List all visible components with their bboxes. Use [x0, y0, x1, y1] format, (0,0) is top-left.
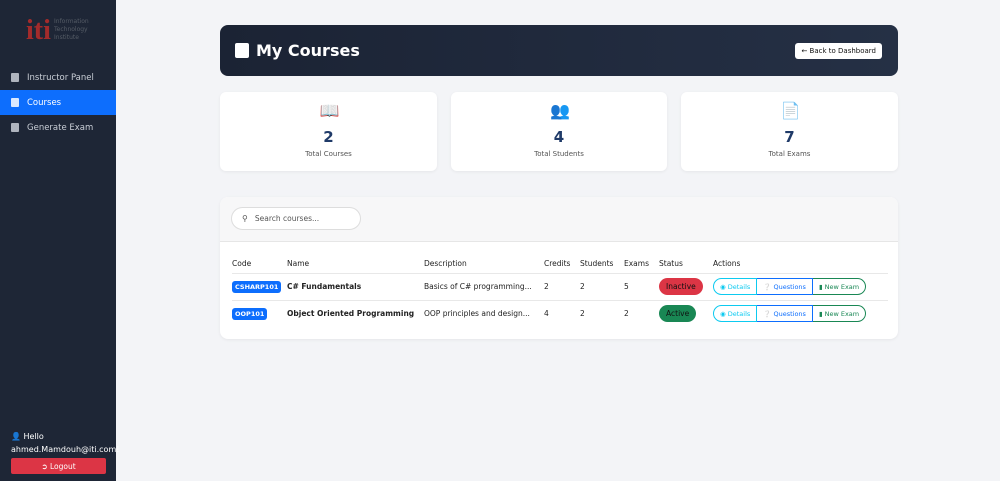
table-row: CSHARP101 C# Fundamentals Basics of C# p…: [232, 272, 888, 300]
label: Courses: [27, 97, 62, 108]
course-code-badge: CSHARP101: [232, 281, 282, 293]
page-title: My Courses: [256, 41, 360, 60]
stat-value: 2: [323, 128, 334, 146]
table-row: OOP101 Object Oriented Programming OOP p…: [232, 299, 888, 327]
stat-card-courses: 📖 2 Total Courses: [220, 92, 437, 171]
course-name: Object Oriented Programming: [287, 299, 424, 327]
courses-table: Code Name Description Credits Students E…: [232, 255, 888, 327]
questions-button[interactable]: ❔ Questions: [757, 305, 813, 323]
file-icon: 📄: [780, 101, 801, 120]
credits: 2: [544, 272, 580, 300]
courses-table-card: ⚲ Search courses... Code Name Description…: [220, 197, 898, 339]
status-badge: Inactive: [659, 278, 703, 295]
new-exam-button[interactable]: ▮ New Exam: [812, 305, 867, 323]
details-button[interactable]: ◉ Details: [713, 278, 758, 295]
label: Questions: [773, 282, 806, 291]
stat-card-students: 👥 4 Total Students: [451, 92, 667, 171]
students: 2: [580, 272, 624, 300]
exams: 2: [624, 299, 659, 327]
stat-value: 7: [784, 128, 795, 146]
eye-icon: ◉: [720, 282, 728, 291]
greeting: Hello: [23, 432, 44, 441]
students: 2: [580, 299, 624, 327]
teacher-icon: [11, 123, 19, 132]
question-icon: ❔: [763, 309, 774, 318]
question-icon: ❔: [763, 282, 774, 291]
label: Back to Dashboard: [809, 47, 876, 55]
label: New Exam: [824, 309, 860, 318]
label: Details: [727, 309, 751, 318]
details-button[interactable]: ◉ Details: [713, 305, 758, 323]
col-header: Credits: [544, 259, 571, 269]
col-header: Code: [232, 259, 252, 269]
stat-label: Total Courses: [305, 150, 352, 158]
course-description: OOP principles and design...: [424, 299, 544, 327]
eye-icon: ◉: [720, 309, 728, 318]
label: Logout: [49, 461, 76, 471]
sidebar-item-instructor-panel[interactable]: Instructor Panel: [0, 65, 116, 90]
col-header: Exams: [624, 259, 649, 269]
stat-label: Total Exams: [768, 150, 811, 158]
user-email: ahmed.Mamdouh@iti.com!: [11, 445, 120, 454]
col-header: Actions: [713, 259, 741, 269]
iti-logo: iti Information Technology Institute: [26, 15, 89, 46]
sidebar: iti Information Technology Institute Inst…: [0, 0, 119, 481]
course-name: C# Fundamentals: [287, 272, 424, 300]
credits: 4: [544, 299, 580, 327]
book-icon: [235, 43, 249, 58]
logout-icon: ➲: [41, 461, 50, 471]
stat-value: 4: [553, 128, 565, 146]
search-icon: ⚲: [242, 214, 248, 223]
logout-button[interactable]: ➲ Logout: [11, 458, 106, 474]
exams: 5: [624, 272, 659, 300]
users-icon: 👥: [550, 101, 570, 120]
sidebar-item-generate-exam[interactable]: Generate Exam: [0, 115, 116, 140]
col-header: Name: [287, 259, 310, 269]
label: Details: [727, 282, 751, 291]
col-header: Description: [424, 259, 467, 269]
course-code-badge: OOP101: [232, 308, 268, 321]
sidebar-item-courses[interactable]: Courses: [0, 90, 116, 115]
label: Questions: [773, 309, 806, 318]
user-info: 👤 Hello ahmed.Mamdouh@iti.com!: [11, 430, 119, 456]
placeholder: Search courses...: [254, 214, 320, 223]
book-icon: [11, 98, 19, 107]
book-icon: [11, 73, 19, 82]
label: New Exam: [824, 282, 860, 291]
status-badge: Active: [659, 305, 697, 323]
label: Instructor Panel: [27, 72, 94, 83]
user-icon: 👤: [11, 432, 21, 441]
label: Generate Exam: [27, 122, 94, 133]
stat-card-exams: 📄 7 Total Exams: [681, 92, 898, 171]
book-open-icon: 📖: [319, 101, 340, 120]
stat-label: Total Students: [534, 150, 584, 158]
back-to-dashboard-button[interactable]: ← Back to Dashboard: [795, 43, 882, 59]
course-description: Basics of C# programming...: [424, 272, 544, 300]
questions-button[interactable]: ❔ Questions: [757, 278, 813, 295]
page-header: My Courses ← Back to Dashboard: [220, 25, 898, 76]
col-header: Students: [580, 259, 614, 269]
col-header: Status: [659, 259, 683, 269]
arrow-left-icon: ←: [801, 47, 810, 55]
search-input[interactable]: ⚲ Search courses...: [231, 207, 361, 230]
new-exam-button[interactable]: ▮ New Exam: [812, 278, 867, 295]
